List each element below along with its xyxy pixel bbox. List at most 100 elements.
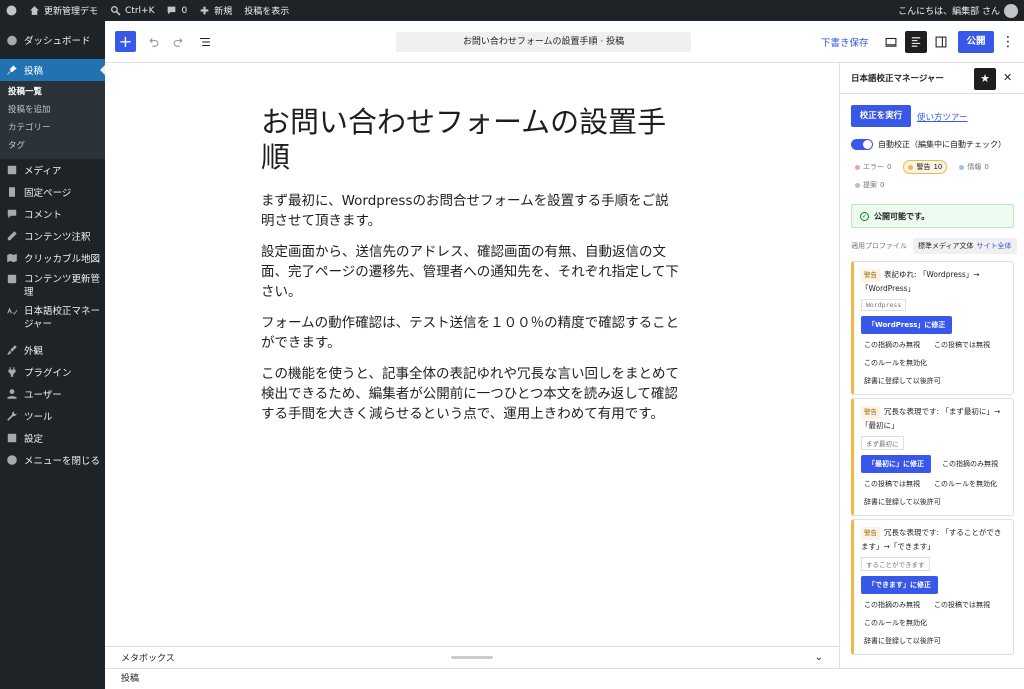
post-content: まず最初に、Wordpressのお問合せフォームを設置する手順をご説明させて頂き…: [261, 191, 681, 435]
toggle-switch[interactable]: [851, 139, 873, 150]
disable-rule-button[interactable]: このルールを無効化: [861, 356, 930, 370]
wordpress-logo[interactable]: [6, 5, 17, 16]
document-overview-button[interactable]: [197, 32, 213, 52]
view-post-link[interactable]: 投稿を表示: [244, 4, 289, 17]
warning-count[interactable]: 警告 10: [903, 160, 948, 174]
menu-settings[interactable]: 設定: [0, 427, 105, 449]
editor-toolbar: + お問い合わせフォームの設置手順 · 投稿 下書き保存 公開 ⋮: [105, 21, 1024, 63]
menu-content-update[interactable]: コンテンツ更新管理: [0, 269, 105, 301]
add-to-dictionary-button[interactable]: 辞書に登録して以後許可: [861, 374, 944, 388]
profile-badge[interactable]: 標準メディア文体 サイト全体: [913, 238, 1017, 254]
paragraph-block[interactable]: 設定画面から、送信先のアドレス、確認画面の有無、自動返信の文面、完了ページの遷移…: [261, 242, 681, 302]
menu-dashboard[interactable]: ダッシュボード: [0, 29, 105, 51]
ignore-in-post-button[interactable]: この投稿では無視: [931, 338, 993, 352]
options-button[interactable]: ⋮: [1001, 32, 1015, 52]
sidebar-toggle-button[interactable]: [931, 32, 951, 52]
spellcheck-icon: [7, 307, 18, 315]
panel-title: 日本語校正マネージャー: [851, 74, 944, 84]
publish-button[interactable]: 公開: [958, 31, 994, 53]
menu-media[interactable]: メディア: [0, 159, 105, 181]
account-menu[interactable]: こんにちは、編集部 さん: [898, 3, 1018, 18]
count-value: 0: [887, 163, 892, 171]
count-value: 0: [880, 181, 885, 189]
ignore-in-post-button[interactable]: この投稿では無視: [861, 477, 923, 491]
menu-label: コンテンツ注釈: [24, 232, 91, 243]
site-name: 更新管理デモ: [44, 7, 99, 17]
ignore-once-button[interactable]: この指摘のみ無視: [939, 457, 1001, 471]
submenu-all-posts[interactable]: 投稿一覧: [0, 83, 105, 101]
pin-panel-button[interactable]: ★: [974, 68, 996, 90]
shortcut-label: Ctrl+K: [125, 5, 155, 16]
issue-text: 冗長な表現です: 「することができます」→「できます」: [861, 528, 1002, 551]
menu-label: 外観: [24, 346, 44, 357]
issue-card: 警告 冗長な表現です: 「まず最初に」→「最初に」 まず最初に 「最初に」に修正 …: [851, 398, 1014, 516]
menu-appearance[interactable]: 外観: [0, 339, 105, 361]
block-inserter-button[interactable]: +: [115, 31, 136, 52]
post-title[interactable]: お問い合わせフォームの設置手順: [261, 105, 681, 175]
panel-header: 日本語校正マネージャー ★ ✕: [840, 63, 1024, 94]
info-count[interactable]: 情報 0: [955, 160, 992, 174]
submenu-tags[interactable]: タグ: [0, 137, 105, 155]
menu-clickable-map[interactable]: クリッカブル地図: [0, 247, 105, 269]
count-label: 情報: [967, 163, 982, 171]
ignore-once-button[interactable]: この指摘のみ無視: [861, 598, 923, 612]
submenu-add-post[interactable]: 投稿を追加: [0, 101, 105, 119]
issue-actions: 「WordPress」に修正 この指摘のみ無視 この投稿では無視 このルールを無…: [861, 316, 1006, 388]
issue-snippet: まず最初に: [861, 436, 904, 450]
paragraph-block[interactable]: まず最初に、Wordpressのお問合せフォームを設置する手順をご説明させて頂き…: [261, 191, 681, 231]
auto-check-toggle[interactable]: 自動校正（編集中に自動チェック）: [851, 139, 1006, 150]
redo-button[interactable]: [171, 32, 187, 52]
error-count[interactable]: エラー 0: [851, 160, 895, 174]
submenu-categories[interactable]: カテゴリー: [0, 119, 105, 137]
menu-users[interactable]: ユーザー: [0, 383, 105, 405]
home-icon: [30, 6, 39, 15]
site-name-link[interactable]: 更新管理デモ: [29, 4, 98, 17]
ignore-once-button[interactable]: この指摘のみ無視: [861, 338, 923, 352]
menu-posts[interactable]: 投稿: [0, 59, 105, 81]
new-content-link[interactable]: 新規: [199, 4, 232, 17]
breadcrumb-item[interactable]: 投稿: [121, 674, 139, 684]
document-title-bar[interactable]: お問い合わせフォームの設置手順 · 投稿: [396, 32, 691, 52]
menu-pages[interactable]: 固定ページ: [0, 181, 105, 203]
new-label: 新規: [214, 7, 233, 17]
save-draft-button[interactable]: 下書き保存: [821, 35, 869, 49]
issue-level-badge: 警告: [861, 406, 880, 419]
posts-submenu: 投稿一覧 投稿を追加 カテゴリー タグ: [0, 81, 105, 159]
menu-annotation[interactable]: コンテンツ注釈: [0, 225, 105, 247]
apply-fix-button[interactable]: 「最初に」に修正: [861, 455, 931, 473]
plus-icon: +: [118, 32, 133, 51]
paragraph-block[interactable]: フォームの動作確認は、テスト送信を１００％の精度で確認することができます。: [261, 313, 681, 353]
menu-plugins[interactable]: プラグイン: [0, 361, 105, 383]
add-to-dictionary-button[interactable]: 辞書に登録して以後許可: [861, 634, 944, 648]
issue-actions: 「最初に」に修正 この指摘のみ無視 この投稿では無視 このルールを無効化 辞書に…: [861, 455, 1006, 509]
close-panel-button[interactable]: ✕: [1003, 71, 1012, 84]
ignore-in-post-button[interactable]: この投稿では無視: [931, 598, 993, 612]
apply-fix-button[interactable]: 「WordPress」に修正: [861, 316, 953, 334]
apply-fix-button[interactable]: 「できます」に修正: [861, 576, 938, 594]
undo-button[interactable]: [145, 32, 161, 52]
menu-tools[interactable]: ツール: [0, 405, 105, 427]
menu-proofreading[interactable]: 日本語校正マネージャー: [0, 301, 105, 333]
paragraph-block[interactable]: この機能を使うと、記事全体の表記ゆれや冗長な言い回しをまとめて検出できるため、編…: [261, 364, 681, 424]
issue-text: 冗長な表現です: 「まず最初に」→「最初に」: [861, 407, 1001, 430]
run-proofread-button[interactable]: 校正を実行: [851, 105, 911, 127]
menu-label: コンテンツ更新管理: [24, 274, 101, 298]
settings-button[interactable]: [905, 31, 927, 53]
issue-level-badge: 警告: [861, 527, 880, 540]
preview-button[interactable]: [881, 32, 901, 52]
chevron-down-icon[interactable]: ⌄: [815, 652, 823, 663]
metabox-area[interactable]: メタボックス ⌄: [105, 646, 839, 668]
menu-label: 設定: [24, 434, 44, 445]
menu-collapse[interactable]: メニューを閉じる: [0, 449, 105, 471]
disable-rule-button[interactable]: このルールを無効化: [931, 477, 1000, 491]
suggestion-count[interactable]: 提案 0: [851, 178, 888, 192]
add-to-dictionary-button[interactable]: 辞書に登録して以後許可: [861, 495, 944, 509]
command-palette-link[interactable]: Ctrl+K: [110, 5, 154, 16]
disable-rule-button[interactable]: このルールを無効化: [861, 616, 930, 630]
tour-link[interactable]: 使い方ツアー: [917, 111, 968, 123]
menu-label: プラグイン: [24, 368, 72, 379]
menu-comments[interactable]: コメント: [0, 203, 105, 225]
info-dot-icon: [959, 164, 965, 170]
resize-handle[interactable]: [451, 656, 493, 659]
comments-link[interactable]: 0: [166, 5, 187, 16]
